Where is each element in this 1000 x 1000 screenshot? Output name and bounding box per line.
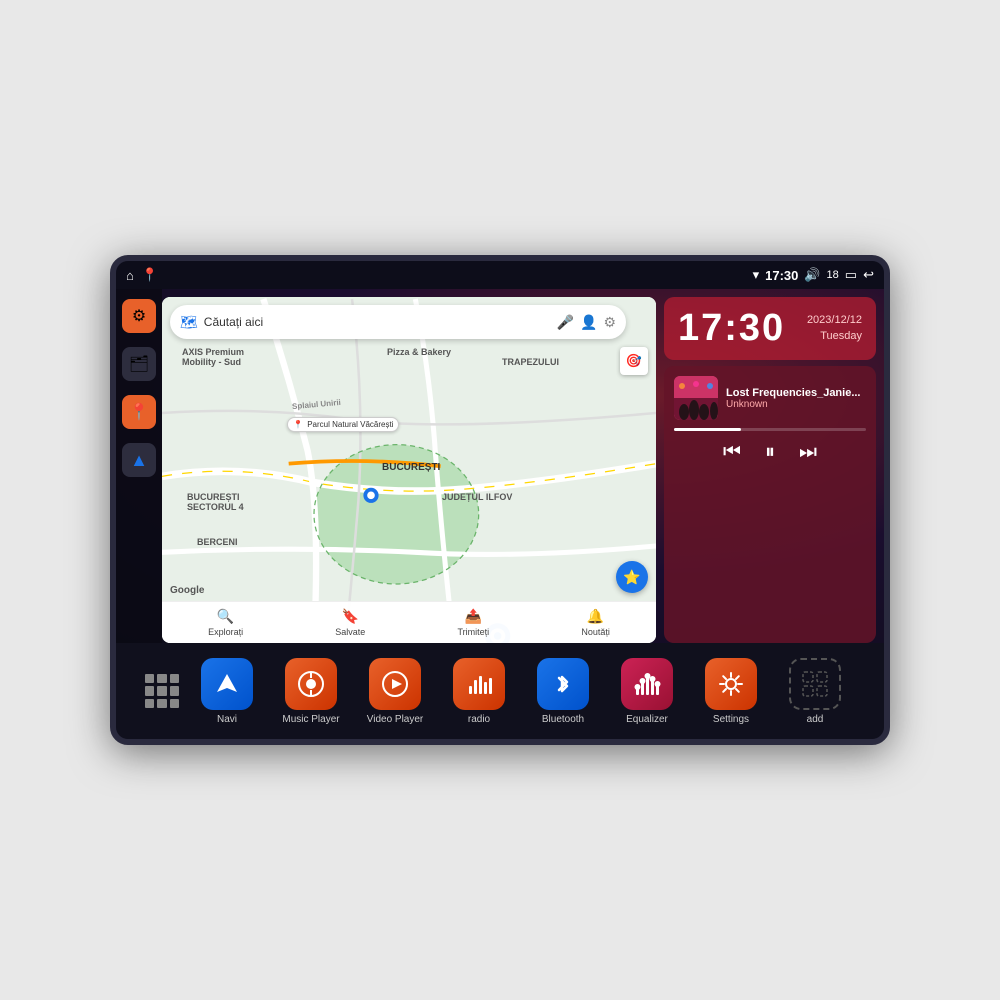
- back-icon[interactable]: ↩: [863, 267, 874, 283]
- app-bar: Navi Music Player: [116, 643, 884, 739]
- navi-icon: [201, 658, 253, 710]
- location-button[interactable]: 🎯: [620, 347, 648, 375]
- bluetooth-icon: [537, 658, 589, 710]
- app-video-player[interactable]: Video Player: [355, 658, 435, 725]
- app-grid-button[interactable]: [145, 674, 179, 708]
- navi-label: Navi: [217, 714, 237, 725]
- grid-dot: [157, 699, 166, 708]
- equalizer-label: Equalizer: [626, 714, 668, 725]
- add-label: add: [807, 714, 824, 725]
- grid-dot: [157, 674, 166, 683]
- app-radio[interactable]: radio: [439, 658, 519, 725]
- grid-dot: [145, 699, 154, 708]
- radio-icon: [453, 658, 505, 710]
- settings-label: Settings: [713, 714, 749, 725]
- grid-dot: [145, 674, 154, 683]
- track-name: Lost Frequencies_Janie...: [726, 387, 866, 399]
- app-music-player[interactable]: Music Player: [271, 658, 351, 725]
- settings-icon: [705, 658, 757, 710]
- map-nav-send-label: Trimiteți: [458, 627, 490, 637]
- progress-bar: [674, 428, 866, 431]
- app-navi[interactable]: Navi: [187, 658, 267, 725]
- pause-button[interactable]: ⏸: [765, 441, 775, 464]
- status-right: ▾ 17:30 🔊 18 ▭ ↩: [753, 267, 874, 283]
- battery-pct: 18: [827, 269, 839, 281]
- map-bottom-nav: 🔍 Explorați 🔖 Salvate 📤 Trimiteți 🔔 Nout…: [162, 601, 656, 643]
- map-background: AXIS PremiumMobility - Sud Pizza & Baker…: [162, 297, 656, 643]
- sidebar-navigation[interactable]: ▲: [122, 443, 156, 477]
- status-bar: ⌂ 📍 ▾ 17:30 🔊 18 ▭ ↩: [116, 261, 884, 289]
- music-controls: ⏮ ⏸ ⏭: [674, 441, 866, 464]
- grid-dot: [170, 674, 179, 683]
- navigate-button[interactable]: ⭐: [616, 561, 648, 593]
- sidebar-files[interactable]: 🗂: [122, 347, 156, 381]
- map-nav-send[interactable]: 📤 Trimiteți: [458, 608, 490, 637]
- video-player-label: Video Player: [367, 714, 424, 725]
- volume-icon[interactable]: 🔊: [804, 267, 820, 283]
- map-nav-news-label: Noutăți: [581, 627, 610, 637]
- account-icon[interactable]: 👤: [580, 314, 597, 331]
- video-player-icon: [369, 658, 421, 710]
- location-icon[interactable]: 📍: [142, 267, 158, 283]
- sidebar-maps[interactable]: 📍: [122, 395, 156, 429]
- clock-time: 17:30: [678, 307, 785, 350]
- map-search-input[interactable]: [204, 315, 551, 329]
- app-equalizer[interactable]: Equalizer: [607, 658, 687, 725]
- radio-label: radio: [468, 714, 490, 725]
- clock-date: 2023/12/12 Tuesday: [807, 313, 862, 344]
- settings-map-icon[interactable]: ⚙: [603, 314, 616, 331]
- grid-dot: [157, 686, 166, 695]
- equalizer-icon: [621, 658, 673, 710]
- map-nav-saved[interactable]: 🔖 Salvate: [335, 608, 365, 637]
- app-grid: Navi Music Player: [187, 658, 855, 725]
- prev-button[interactable]: ⏮: [723, 441, 741, 464]
- grid-dot: [145, 686, 154, 695]
- app-add[interactable]: add: [775, 658, 855, 725]
- map-nav-news[interactable]: 🔔 Noutăți: [581, 608, 610, 637]
- google-logo: Google: [170, 585, 204, 596]
- home-icon[interactable]: ⌂: [126, 268, 134, 283]
- track-meta: Lost Frequencies_Janie... Unknown: [726, 387, 866, 410]
- map-nav-explore[interactable]: 🔍 Explorați: [208, 608, 243, 637]
- map-nav-explore-label: Explorați: [208, 627, 243, 637]
- grid-dot: [170, 699, 179, 708]
- track-artist: Unknown: [726, 399, 866, 410]
- sidebar-settings[interactable]: ⚙: [122, 299, 156, 333]
- google-maps-icon: 🗺: [180, 314, 198, 331]
- status-left: ⌂ 📍: [126, 267, 158, 283]
- map-container[interactable]: AXIS PremiumMobility - Sud Pizza & Baker…: [162, 297, 656, 643]
- grid-dot: [170, 686, 179, 695]
- app-bluetooth[interactable]: Bluetooth: [523, 658, 603, 725]
- clock-widget: 17:30 2023/12/12 Tuesday: [664, 297, 876, 360]
- progress-bar-fill: [674, 428, 741, 431]
- album-art: [674, 376, 718, 420]
- music-track-info: Lost Frequencies_Janie... Unknown: [674, 376, 866, 420]
- center-section: AXIS PremiumMobility - Sud Pizza & Baker…: [162, 289, 664, 643]
- map-search-bar[interactable]: 🗺 🎤 👤 ⚙: [170, 305, 626, 339]
- app-settings[interactable]: Settings: [691, 658, 771, 725]
- map-svg: [162, 297, 656, 643]
- next-button[interactable]: ⏭: [799, 441, 817, 464]
- bluetooth-label: Bluetooth: [542, 714, 584, 725]
- right-panel: 17:30 2023/12/12 Tuesday: [664, 289, 884, 643]
- status-time: 17:30: [765, 268, 798, 283]
- wifi-icon: ▾: [753, 267, 760, 283]
- music-player-label: Music Player: [282, 714, 339, 725]
- music-player-icon: [285, 658, 337, 710]
- main-area: ⚙ 🗂 📍 ▲: [116, 289, 884, 643]
- music-widget: Lost Frequencies_Janie... Unknown ⏮ ⏸ ⏭: [664, 366, 876, 643]
- sidebar: ⚙ 🗂 📍 ▲: [116, 289, 162, 643]
- map-marker-parc: 📍 Parcul Natural Văcărești: [287, 417, 399, 432]
- battery-icon: ▭: [845, 267, 857, 283]
- add-icon: [789, 658, 841, 710]
- device-frame: ⌂ 📍 ▾ 17:30 🔊 18 ▭ ↩ ⚙ 🗂 📍 ▲: [110, 255, 890, 745]
- mic-icon[interactable]: 🎤: [557, 314, 574, 331]
- map-nav-saved-label: Salvate: [335, 627, 365, 637]
